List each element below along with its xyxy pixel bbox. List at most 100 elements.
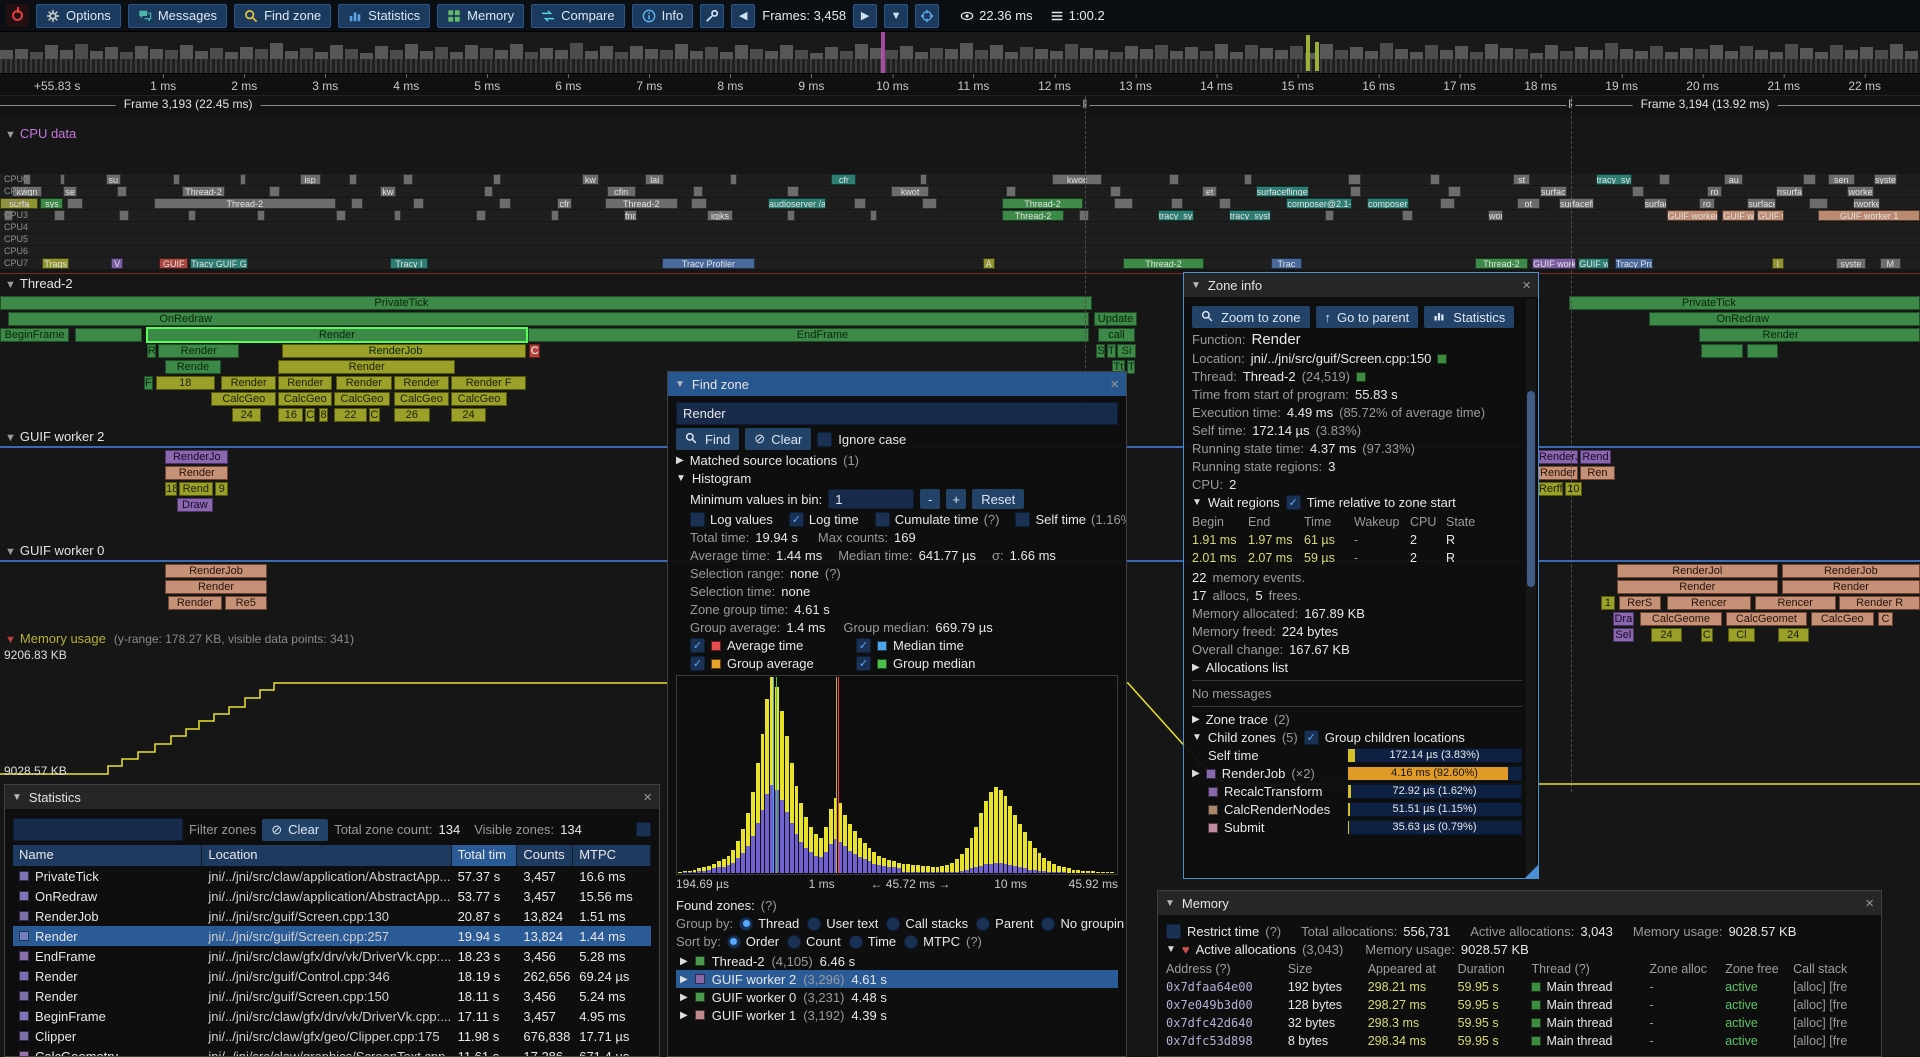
allocations-list-label[interactable]: Allocations list — [1206, 660, 1288, 675]
cpu-zone[interactable]: cfr — [557, 198, 572, 209]
zone[interactable]: CalcGeo — [394, 392, 450, 406]
close-icon[interactable]: × — [1522, 278, 1531, 293]
matched-locations-label[interactable]: Matched source locations — [690, 453, 837, 468]
column-header[interactable]: Zone alloc — [1649, 962, 1725, 976]
statistics-button[interactable]: Statistics — [338, 4, 430, 28]
column-header[interactable]: Appeared at — [1368, 962, 1458, 976]
cpu-zone[interactable]: lai — [645, 174, 664, 185]
cpu-zone[interactable] — [854, 198, 866, 209]
zone[interactable]: Re5 — [225, 596, 267, 610]
zone[interactable]: 8 — [319, 408, 329, 422]
cpu-zone[interactable]: ot — [1517, 198, 1540, 209]
zone[interactable]: T — [1107, 344, 1116, 358]
active-allocations-section[interactable]: Active allocations — [1196, 942, 1296, 957]
cpu-zone[interactable]: worke — [1847, 186, 1874, 197]
radio-option[interactable]: User text — [807, 916, 878, 931]
zone[interactable] — [1649, 312, 1920, 326]
column-header[interactable]: MTPC — [573, 845, 651, 866]
cpu-zone[interactable] — [351, 198, 363, 209]
zone[interactable]: R — [147, 344, 157, 358]
cpu-zone[interactable]: cfr — [831, 174, 856, 185]
child-zone-row[interactable]: RecalcTransform72.92 µs (1.62%) — [1192, 784, 1522, 799]
zone[interactable]: RenderJol — [1617, 564, 1778, 578]
cpu-zone[interactable]: GUIF worker 0 — [1667, 210, 1719, 221]
guif0-header[interactable]: ▼GUIF worker 0 — [5, 543, 104, 558]
resize-grip[interactable] — [1525, 865, 1538, 878]
zone-group-item[interactable]: ▶GUIF worker 0(3,231)4.48 s — [676, 988, 1118, 1006]
statistics-button[interactable]: Statistics — [1424, 306, 1514, 328]
scrollbar[interactable] — [1526, 299, 1536, 875]
cpu-zone[interactable]: V — [111, 258, 123, 269]
cpu-zone[interactable]: Trac — [1271, 258, 1302, 269]
table-row[interactable]: BeginFramejni/../jni/src/claw/gfx/drv/vk… — [13, 1006, 651, 1026]
checkbox[interactable]: ✓ — [856, 656, 871, 671]
cpu-zone[interactable] — [117, 186, 127, 197]
cpu-zone[interactable]: se — [63, 186, 76, 197]
min-bin-input[interactable] — [828, 489, 914, 509]
help-icon[interactable]: (?) — [966, 934, 982, 949]
zone[interactable]: 10 — [1565, 482, 1582, 496]
cpu-zone[interactable] — [1169, 174, 1179, 185]
zone[interactable]: BeginFrame — [0, 328, 69, 342]
memory-button[interactable]: Memory — [437, 4, 524, 28]
expand-icon[interactable]: ▶ — [680, 956, 688, 967]
frame-menu-button[interactable]: ▼ — [884, 4, 908, 28]
radio-button[interactable] — [886, 917, 900, 931]
zone[interactable]: Render — [1538, 466, 1578, 480]
memory-titlebar[interactable]: ▼Memory× — [1158, 891, 1881, 915]
radio-button[interactable] — [976, 917, 990, 931]
allocation-row[interactable]: 0x7e049b3d00128 bytes298.27 ms59.95 sMai… — [1166, 996, 1873, 1014]
cpu-zone[interactable] — [499, 198, 511, 209]
cpu-zone[interactable] — [693, 186, 703, 197]
histogram-label[interactable]: Histogram — [692, 471, 751, 486]
allocation-row[interactable]: 0x7dfaa64e00192 bytes298.21 ms59.95 sMai… — [1166, 978, 1873, 996]
expand-icon[interactable]: ▶ — [1192, 662, 1200, 673]
zone[interactable]: Draw — [177, 498, 213, 512]
zone[interactable]: Render — [278, 360, 455, 374]
help-icon[interactable]: (?) — [1265, 924, 1281, 939]
cpu-zone[interactable] — [870, 210, 878, 221]
zone[interactable]: C — [369, 408, 381, 422]
cpu-zone[interactable]: Thread-2 — [154, 198, 336, 209]
radio-option[interactable]: Thread — [739, 916, 799, 931]
zone[interactable]: Render — [394, 376, 450, 390]
cpu-zone[interactable]: sys — [40, 198, 63, 209]
zone[interactable]: Render — [165, 466, 228, 480]
help-icon[interactable]: (?) — [825, 566, 841, 581]
cpu-zone[interactable]: surfac — [1540, 186, 1567, 197]
column-header[interactable]: Size — [1288, 962, 1368, 976]
find-zone-titlebar[interactable]: ▼Find zone× — [668, 372, 1126, 396]
zone[interactable]: CalcGeo — [1811, 612, 1874, 626]
cpu-zone[interactable] — [1110, 186, 1122, 197]
frame-timeline-strip[interactable] — [0, 32, 1920, 74]
close-icon[interactable]: × — [1110, 377, 1119, 392]
legend-item[interactable]: ✓Average time — [690, 638, 850, 653]
cpu-zone[interactable]: rworke — [1853, 198, 1880, 209]
cpu-zone[interactable] — [336, 210, 346, 221]
zone[interactable]: 24 — [451, 408, 486, 422]
option-self-time[interactable]: Self time(1.16%) — [1015, 512, 1127, 527]
zone[interactable]: C — [1878, 612, 1893, 626]
cpu-zone[interactable]: Thread-2 — [1475, 258, 1529, 269]
column-header[interactable]: Call stack — [1793, 962, 1873, 976]
zone[interactable]: CalcGeo — [278, 392, 332, 406]
cpu-zone[interactable]: sen — [1828, 174, 1855, 185]
expand-icon[interactable]: ▶ — [1192, 714, 1200, 725]
frame-label-2[interactable]: Frame 3,194 (13.92 ms) — [1633, 97, 1778, 111]
zone[interactable] — [75, 328, 142, 342]
cpu-zone[interactable]: tracy_systrace — [1596, 174, 1632, 185]
cpu-zone[interactable] — [394, 210, 402, 221]
allocation-row[interactable]: 0x7dfc42d64032 bytes298.3 ms59.95 sMain … — [1166, 1014, 1873, 1032]
zone[interactable]: 22 — [334, 408, 367, 422]
zone[interactable]: F — [144, 376, 153, 390]
cpu-zone[interactable]: st — [1513, 174, 1530, 185]
cpu-zone[interactable]: composer@ — [1367, 198, 1409, 209]
cpu-zone[interactable] — [173, 174, 181, 185]
radio-option[interactable]: MTPC — [904, 934, 960, 949]
expand-icon[interactable]: ▶ — [680, 1010, 688, 1021]
cpu-zone[interactable]: kwot — [891, 186, 929, 197]
cpu-zone[interactable]: fnd — [624, 210, 637, 221]
cpu-zone[interactable]: kw — [380, 186, 395, 197]
cpu-zone[interactable] — [413, 198, 425, 209]
next-frame-button[interactable]: ▶ — [853, 4, 877, 28]
